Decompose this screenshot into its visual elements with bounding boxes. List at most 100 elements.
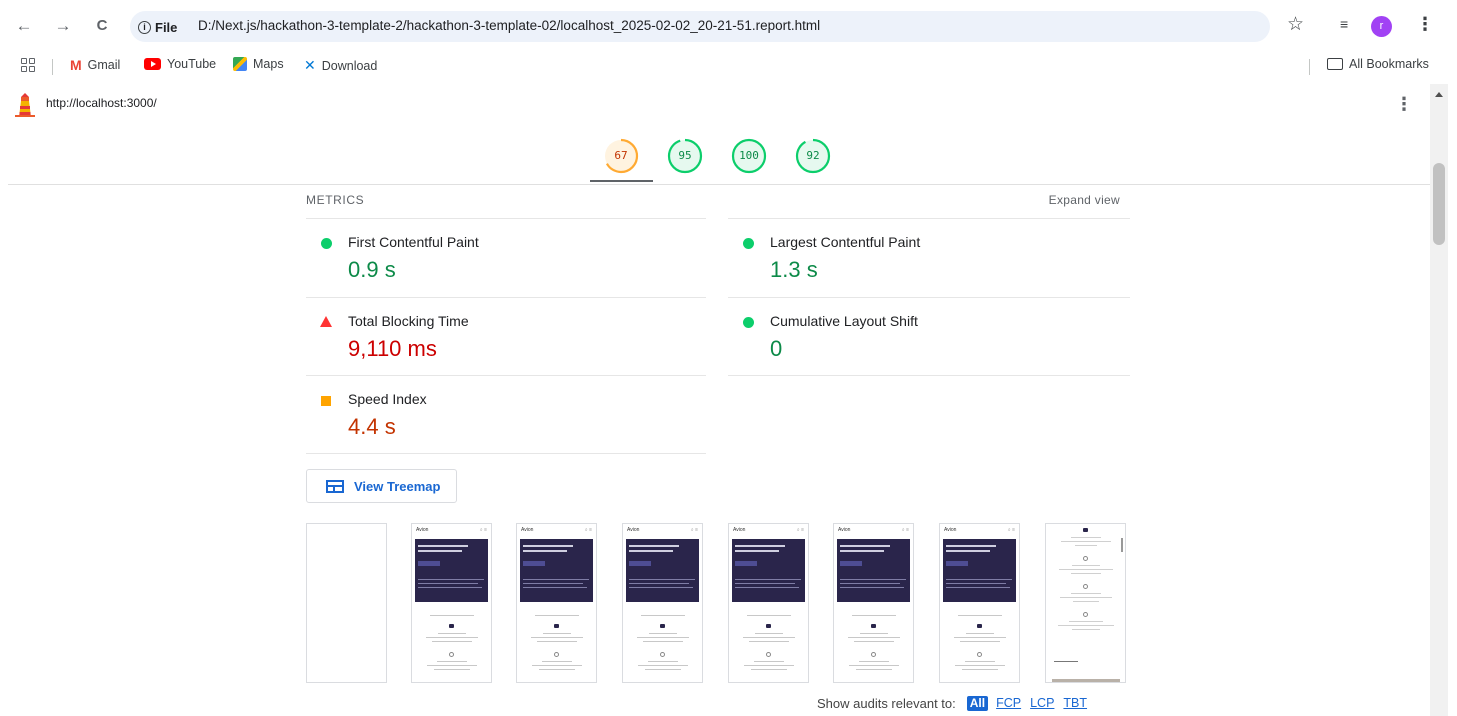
treemap-label: View Treemap [354, 479, 441, 494]
metric-divider [728, 375, 1130, 376]
metrics-header: METRICS Expand view [306, 192, 1130, 212]
filmstrip-frame: Avion ⌕ ≡ [516, 523, 597, 683]
metric-speed-index: Speed Index 4.4 s [306, 388, 706, 458]
report-menu-icon[interactable]: ⋮ [1395, 94, 1413, 115]
frame-brand: Avion [838, 527, 851, 533]
metric-label: Largest Contentful Paint [770, 234, 921, 250]
metric-divider [306, 375, 706, 376]
reload-button[interactable]: C [92, 16, 112, 36]
metric-divider [728, 218, 1130, 219]
gauge-best-practices[interactable]: 100 [731, 138, 767, 174]
bookmarks-separator [52, 59, 53, 75]
scroll-up-arrow-icon[interactable] [1435, 92, 1443, 97]
gauge-accessibility[interactable]: 95 [667, 138, 703, 174]
fail-triangle-icon [320, 316, 332, 327]
audits-filter: Show audits relevant to: All FCP LCP TBT [817, 694, 1096, 712]
bookmarks-bar: M Gmail YouTube Maps ✕ Download All Book… [0, 52, 1457, 80]
forward-button[interactable]: → [53, 16, 73, 36]
view-treemap-button[interactable]: View Treemap [306, 469, 457, 503]
bookmark-download[interactable]: ✕ Download [304, 57, 377, 74]
audits-filter-label: Show audits relevant to: [817, 695, 956, 711]
address-bar[interactable]: i File D:/Next.js/hackathon-3-template-2… [130, 11, 1270, 42]
treemap-icon [326, 480, 344, 493]
gauge-seo[interactable]: 92 [795, 138, 831, 174]
filter-chip-fcp[interactable]: FCP [996, 696, 1021, 710]
gauge-score: 92 [806, 149, 820, 162]
metric-divider [306, 218, 706, 219]
back-button[interactable]: ← [14, 16, 34, 36]
all-bookmarks-label: All Bookmarks [1349, 57, 1429, 71]
bookmarks-separator [1309, 59, 1310, 75]
scroll-thumb[interactable] [1433, 163, 1445, 245]
vscode-icon: ✕ [304, 57, 316, 73]
frame-brand: Avion [733, 527, 746, 533]
info-icon: i [138, 20, 151, 34]
filmstrip-frame: Avion ⌕ ≡ [728, 523, 809, 683]
metric-value: 0 [770, 336, 783, 361]
filmstrip-frame: Avion ⌕ ≡ [939, 523, 1020, 683]
browser-menu-icon[interactable]: ⋮ [1416, 14, 1434, 34]
filmstrip-frame: Avion ⌕ ≡ [622, 523, 703, 683]
media-controls-icon[interactable]: ≡ [1340, 16, 1348, 32]
site-info-chip[interactable]: i File [138, 17, 177, 37]
bookmark-star-icon[interactable]: ☆ [1287, 15, 1304, 35]
metric-label: Cumulative Layout Shift [770, 313, 918, 329]
tested-url[interactable]: http://localhost:3000/ [46, 96, 157, 110]
apps-grid-icon [21, 58, 35, 72]
gauge-performance[interactable]: 67 [603, 138, 639, 174]
site-chip-label: File [155, 19, 178, 35]
metric-label: Total Blocking Time [348, 313, 469, 329]
gmail-icon: M [70, 57, 82, 73]
maps-icon [233, 57, 247, 71]
bookmark-maps[interactable]: Maps [233, 57, 284, 71]
metric-value: 0.9 s [348, 257, 396, 282]
browser-toolbar: ← → C i File D:/Next.js/hackathon-3-temp… [0, 0, 1457, 52]
page-scrollbar[interactable] [1430, 84, 1448, 716]
metric-tbt: Total Blocking Time 9,110 ms [306, 310, 706, 380]
frame-brand: Avion [944, 527, 957, 533]
filter-chip-tbt[interactable]: TBT [1063, 696, 1087, 710]
url-text[interactable]: D:/Next.js/hackathon-3-template-2/hackat… [198, 18, 820, 33]
metrics-title: METRICS [306, 193, 365, 207]
reload-icon: C [96, 17, 108, 34]
filmstrip-frame: Avion ⌕ ≡ [833, 523, 914, 683]
filmstrip-frame-blank [306, 523, 387, 683]
average-square-icon [321, 396, 331, 406]
metric-label: First Contentful Paint [348, 234, 479, 250]
pass-circle-icon [743, 317, 754, 328]
apps-button[interactable] [21, 58, 35, 72]
bookmark-label: Download [321, 58, 378, 73]
metric-divider [728, 297, 1130, 298]
filter-chip-lcp[interactable]: LCP [1030, 696, 1054, 710]
active-gauge-underline [590, 180, 653, 182]
metric-divider [306, 297, 706, 298]
filmstrip-frame: Avion ⌕ ≡ [411, 523, 492, 683]
filter-chip-all[interactable]: All [966, 695, 989, 711]
bookmark-youtube[interactable]: YouTube [144, 57, 216, 71]
metric-value: 1.3 s [770, 257, 818, 282]
metric-cls: Cumulative Layout Shift 0 [728, 310, 1128, 380]
metric-value: 4.4 s [348, 414, 396, 439]
lighthouse-logo-icon [15, 93, 35, 117]
bookmark-label: Maps [253, 57, 284, 71]
bookmark-label: Gmail [87, 58, 121, 72]
frame-brand: Avion [627, 527, 640, 533]
pass-circle-icon [743, 238, 754, 249]
filmstrip-frame-scrolled [1045, 523, 1126, 683]
metric-label: Speed Index [348, 391, 427, 407]
frame-brand: Avion [521, 527, 534, 533]
gauge-score: 67 [614, 149, 628, 162]
metric-value: 9,110 ms [348, 336, 437, 361]
forward-arrow-icon: → [54, 16, 72, 35]
bookmark-gmail[interactable]: M Gmail [70, 57, 120, 73]
metric-divider [306, 453, 706, 454]
youtube-icon [144, 58, 161, 70]
all-bookmarks-button[interactable]: All Bookmarks [1327, 57, 1429, 71]
expand-view-toggle[interactable]: Expand view [1049, 193, 1120, 207]
profile-avatar[interactable]: r [1371, 16, 1392, 37]
gauge-score: 100 [739, 149, 759, 162]
header-divider [8, 184, 1430, 185]
gauge-score: 95 [678, 149, 692, 162]
lighthouse-header: http://localhost:3000/ ⋮ 67 95 100 92 [0, 84, 1430, 184]
score-gauges: 67 95 100 92 [0, 132, 1430, 182]
